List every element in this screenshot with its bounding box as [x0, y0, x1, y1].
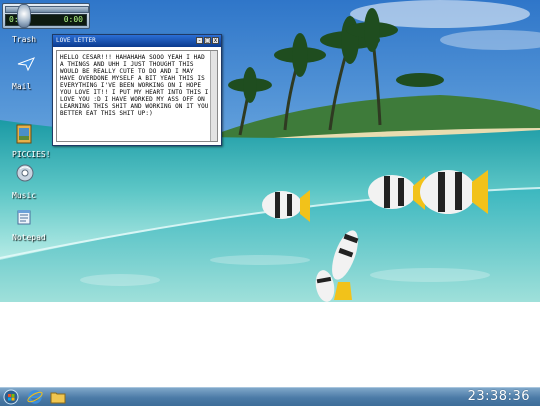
close-button[interactable]: x: [212, 37, 219, 44]
desktop-icon-trash[interactable]: Trash: [12, 28, 42, 48]
text-area[interactable]: HELLO CESAR!!! HAHAHAHA SOOO YEAH I HAD …: [56, 50, 218, 142]
maximize-button[interactable]: □: [204, 37, 211, 44]
minimize-button[interactable]: -: [196, 37, 203, 44]
pictures-folder-icon: [16, 124, 36, 144]
seek-knob[interactable]: [17, 4, 31, 28]
letter-text[interactable]: HELLO CESAR!!! HAHAHAHA SOOO YEAH I HAD …: [60, 54, 209, 139]
file-explorer-button[interactable]: [50, 389, 66, 405]
desktop-icon-mail[interactable]: Mail: [12, 56, 42, 92]
desktop-icon-label: Music: [12, 191, 37, 200]
folder-icon: [50, 392, 66, 404]
internet-explorer-icon: [27, 390, 43, 404]
desktop-icon-notepad[interactable]: Notepad: [12, 209, 52, 243]
desktop-icon-piccies[interactable]: PICCIES!: [12, 124, 52, 159]
music-icon: [16, 164, 36, 184]
mail-icon: [16, 56, 36, 76]
vertical-scrollbar[interactable]: [210, 51, 217, 141]
start-orb-icon: [3, 389, 19, 405]
media-player-widget[interactable]: 0:0 0:00: [2, 3, 90, 29]
desktop-icon-label: Trash: [12, 35, 37, 44]
taskbar: 23:38:36: [0, 387, 540, 406]
desktop-icon-label: Notepad: [12, 233, 46, 242]
desktop-icon-label: Mail: [12, 82, 32, 91]
taskbar-clock[interactable]: 23:38:36: [468, 388, 530, 406]
internet-explorer-button[interactable]: [27, 389, 43, 405]
notepad-icon: [16, 209, 36, 229]
total-time: 0:00: [63, 15, 83, 24]
start-button[interactable]: [3, 389, 19, 405]
love-letter-window[interactable]: LOVE LETTER - □ x HELLO CESAR!!! HAHAHAH…: [52, 34, 222, 146]
desktop-icon-music[interactable]: Music: [12, 164, 42, 200]
desktop-icon-label: PICCIES!: [12, 150, 51, 159]
